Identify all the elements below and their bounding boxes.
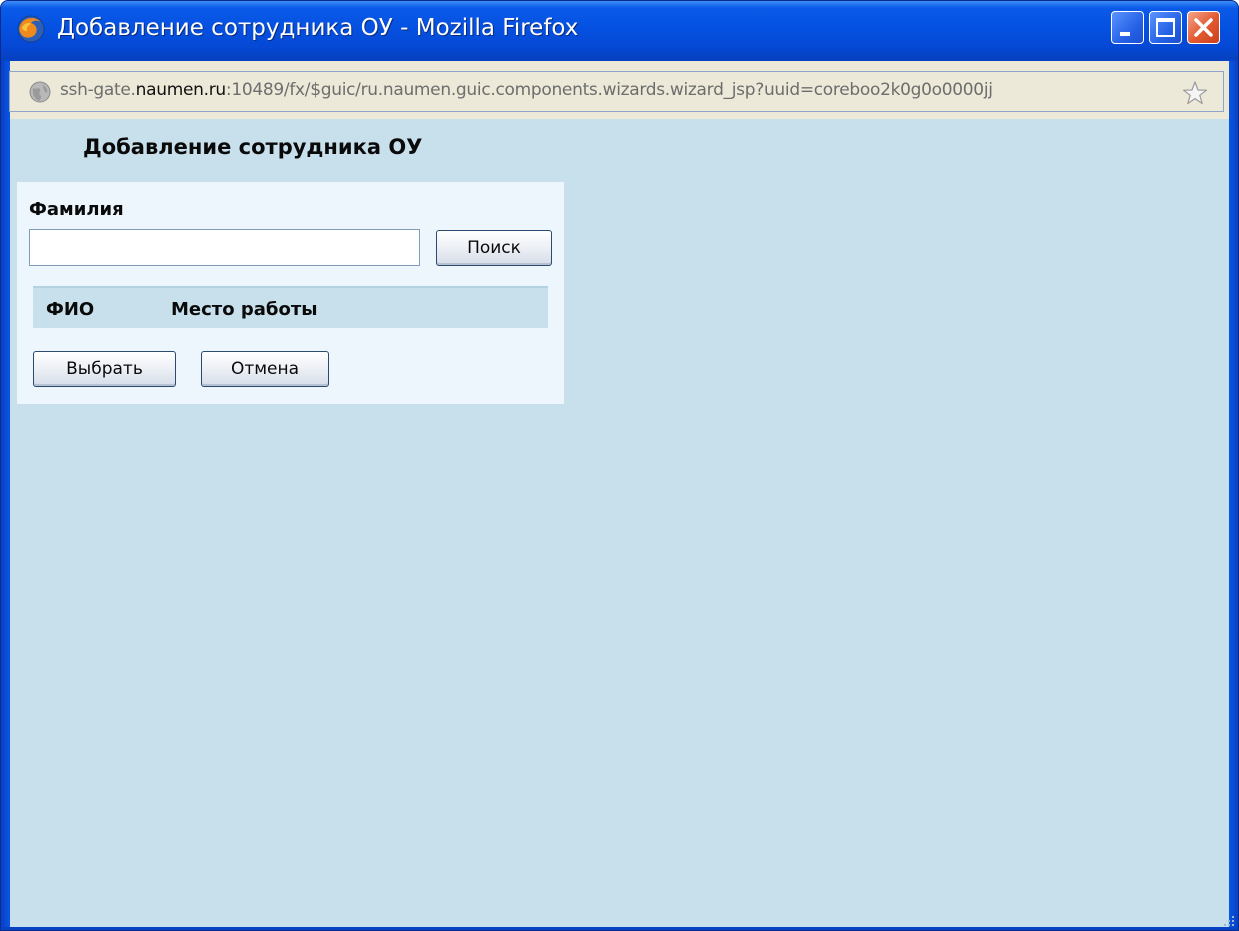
cancel-button[interactable]: Отмена <box>201 351 329 387</box>
close-button[interactable] <box>1187 11 1220 44</box>
resize-grip-icon[interactable] <box>1222 914 1236 928</box>
frame-left <box>1 61 10 930</box>
search-button[interactable]: Поиск <box>436 230 552 266</box>
page-content: Добавление сотрудника ОУ Фамилия Поиск Ф… <box>10 119 1229 929</box>
frame-bottom <box>1 927 1238 930</box>
url-rest: :10489/fx/$guic/ru.naumen.guic.component… <box>225 80 993 100</box>
minimize-button[interactable] <box>1111 11 1144 44</box>
globe-icon <box>29 81 51 103</box>
url-text[interactable]: ssh-gate.naumen.ru:10489/fx/$guic/ru.nau… <box>60 80 993 100</box>
maximize-icon <box>1156 18 1175 37</box>
minimize-icon <box>1120 32 1130 36</box>
address-bar[interactable]: ssh-gate.naumen.ru:10489/fx/$guic/ru.nau… <box>9 71 1224 112</box>
search-panel: Фамилия Поиск ФИО Место работы Выбрать О… <box>17 182 564 404</box>
url-prefix: ssh-gate. <box>60 80 136 100</box>
page-title: Добавление сотрудника ОУ <box>83 135 423 159</box>
browser-window: Добавление сотрудника ОУ - Mozilla Firef… <box>0 0 1239 931</box>
results-table-header: ФИО Место работы <box>33 286 548 328</box>
title-bar[interactable]: Добавление сотрудника ОУ - Mozilla Firef… <box>1 1 1238 59</box>
window-title: Добавление сотрудника ОУ - Mozilla Firef… <box>57 15 579 41</box>
url-host: naumen.ru <box>135 80 227 100</box>
firefox-icon <box>17 15 45 43</box>
star-icon[interactable] <box>1182 80 1208 106</box>
maximize-button[interactable] <box>1149 11 1182 44</box>
column-header-workplace[interactable]: Место работы <box>171 299 318 320</box>
select-button[interactable]: Выбрать <box>33 351 176 387</box>
surname-label: Фамилия <box>29 199 124 220</box>
frame-right <box>1229 61 1238 930</box>
close-icon <box>1194 18 1213 37</box>
surname-input[interactable] <box>29 229 420 266</box>
column-header-fio[interactable]: ФИО <box>46 299 94 320</box>
